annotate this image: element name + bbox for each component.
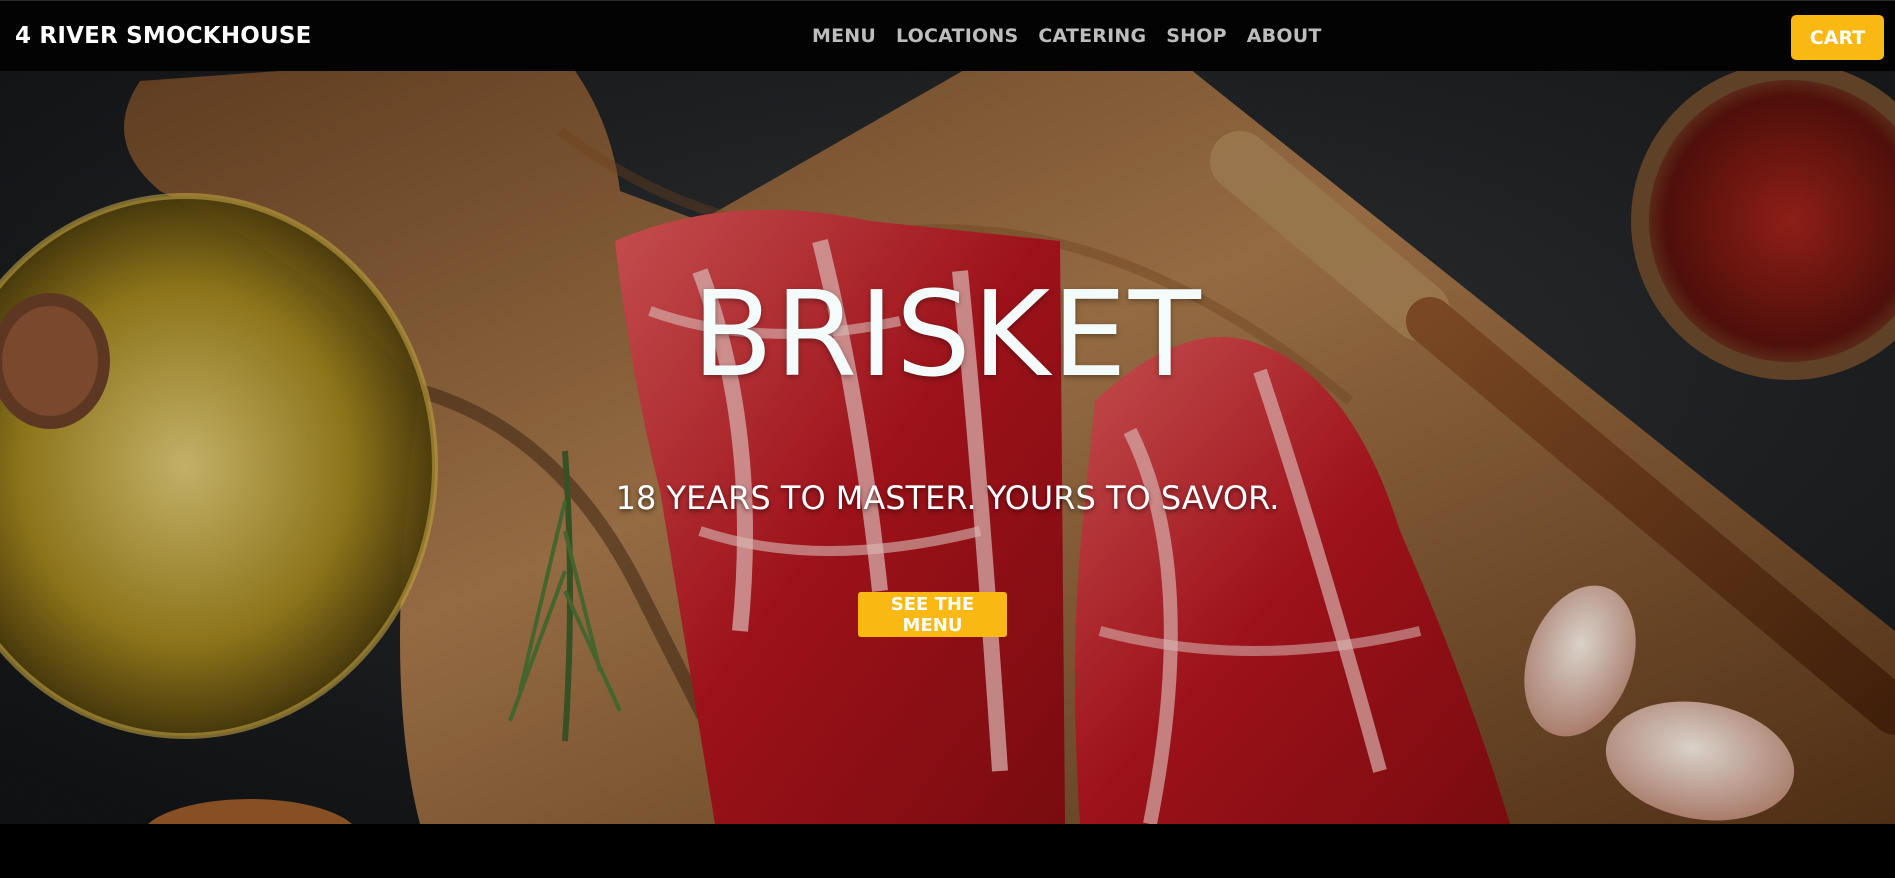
nav-locations[interactable]: LOCATIONS (896, 25, 1018, 47)
nav-catering[interactable]: CATERING (1038, 25, 1146, 47)
site-header: 4 RIVER SMOCKHOUSE MENU LOCATIONS CATERI… (0, 0, 1895, 71)
nav-shop[interactable]: SHOP (1166, 25, 1226, 47)
nav-about[interactable]: ABOUT (1247, 25, 1322, 47)
brand-logo[interactable]: 4 RIVER SMOCKHOUSE (15, 23, 312, 49)
hero-banner: BRISKET 18 YEARS TO MASTER. YOURS TO SAV… (0, 71, 1895, 824)
cart-button[interactable]: CART (1791, 15, 1884, 60)
see-the-menu-button[interactable]: SEE THE MENU (858, 592, 1007, 637)
nav-menu[interactable]: MENU (812, 25, 876, 47)
main-nav: MENU LOCATIONS CATERING SHOP ABOUT (812, 25, 1321, 47)
hero-subtitle: 18 YEARS TO MASTER. YOURS TO SAVOR. (615, 479, 1280, 517)
hero-background-image (0, 71, 1895, 824)
hero-title: BRISKET (692, 265, 1203, 403)
page-bottom-bar (0, 824, 1895, 878)
